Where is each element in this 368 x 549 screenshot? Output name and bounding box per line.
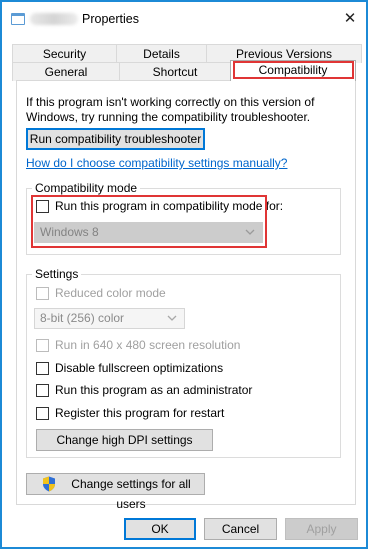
tab-compatibility[interactable]: Compatibility [230, 60, 356, 81]
compat-os-value: Windows 8 [40, 225, 99, 239]
properties-window: Properties ✕ Security Details Previous V… [0, 0, 368, 549]
reduced-color-checkbox[interactable] [36, 287, 49, 300]
apply-button[interactable]: Apply [285, 518, 358, 540]
cancel-button[interactable]: Cancel [204, 518, 277, 540]
settings-group-label: Settings [32, 267, 82, 281]
compat-mode-checkbox-label: Run this program in compatibility mode f… [55, 199, 284, 213]
tab-shortcut[interactable]: Shortcut [119, 62, 231, 81]
reduced-color-label: Reduced color mode [55, 286, 166, 300]
change-dpi-button[interactable]: Change high DPI settings [36, 429, 213, 451]
tab-security[interactable]: Security [12, 44, 117, 63]
close-icon[interactable]: ✕ [338, 8, 362, 30]
tab-details[interactable]: Details [116, 44, 207, 63]
color-mode-value: 8-bit (256) color [40, 311, 125, 325]
compat-os-select[interactable]: Windows 8 [34, 222, 263, 243]
manual-settings-link[interactable]: How do I choose compatibility settings m… [26, 156, 287, 170]
title-bar[interactable]: Properties ✕ [2, 2, 366, 36]
compat-mode-checkbox[interactable] [36, 200, 49, 213]
ok-button[interactable]: OK [124, 518, 196, 540]
fullscreen-checkbox[interactable] [36, 362, 49, 375]
uac-shield-icon [43, 476, 55, 492]
chevron-down-icon [167, 315, 177, 321]
register-restart-checkbox[interactable] [36, 407, 49, 420]
run-as-admin-checkbox[interactable] [36, 384, 49, 397]
redacted-app-name [30, 13, 78, 25]
run-troubleshooter-button[interactable]: Run compatibility troubleshooter [26, 128, 205, 150]
intro-text: If this program isn't working correctly … [26, 95, 315, 124]
window-title: Properties [82, 12, 139, 26]
change-all-users-label: Change settings for all users [71, 477, 191, 511]
app-icon [11, 13, 25, 25]
tab-general[interactable]: General [12, 62, 120, 81]
change-all-users-button[interactable]: Change settings for all users [26, 473, 205, 511]
resolution-label: Run in 640 x 480 screen resolution [55, 338, 241, 352]
resolution-checkbox[interactable] [36, 339, 49, 352]
color-mode-select[interactable]: 8-bit (256) color [34, 308, 185, 329]
register-restart-label: Register this program for restart [55, 406, 225, 420]
run-as-admin-label: Run this program as an administrator [55, 383, 253, 397]
compatibility-mode-label: Compatibility mode [32, 181, 141, 195]
chevron-down-icon [245, 229, 255, 235]
fullscreen-label: Disable fullscreen optimizations [55, 361, 224, 375]
